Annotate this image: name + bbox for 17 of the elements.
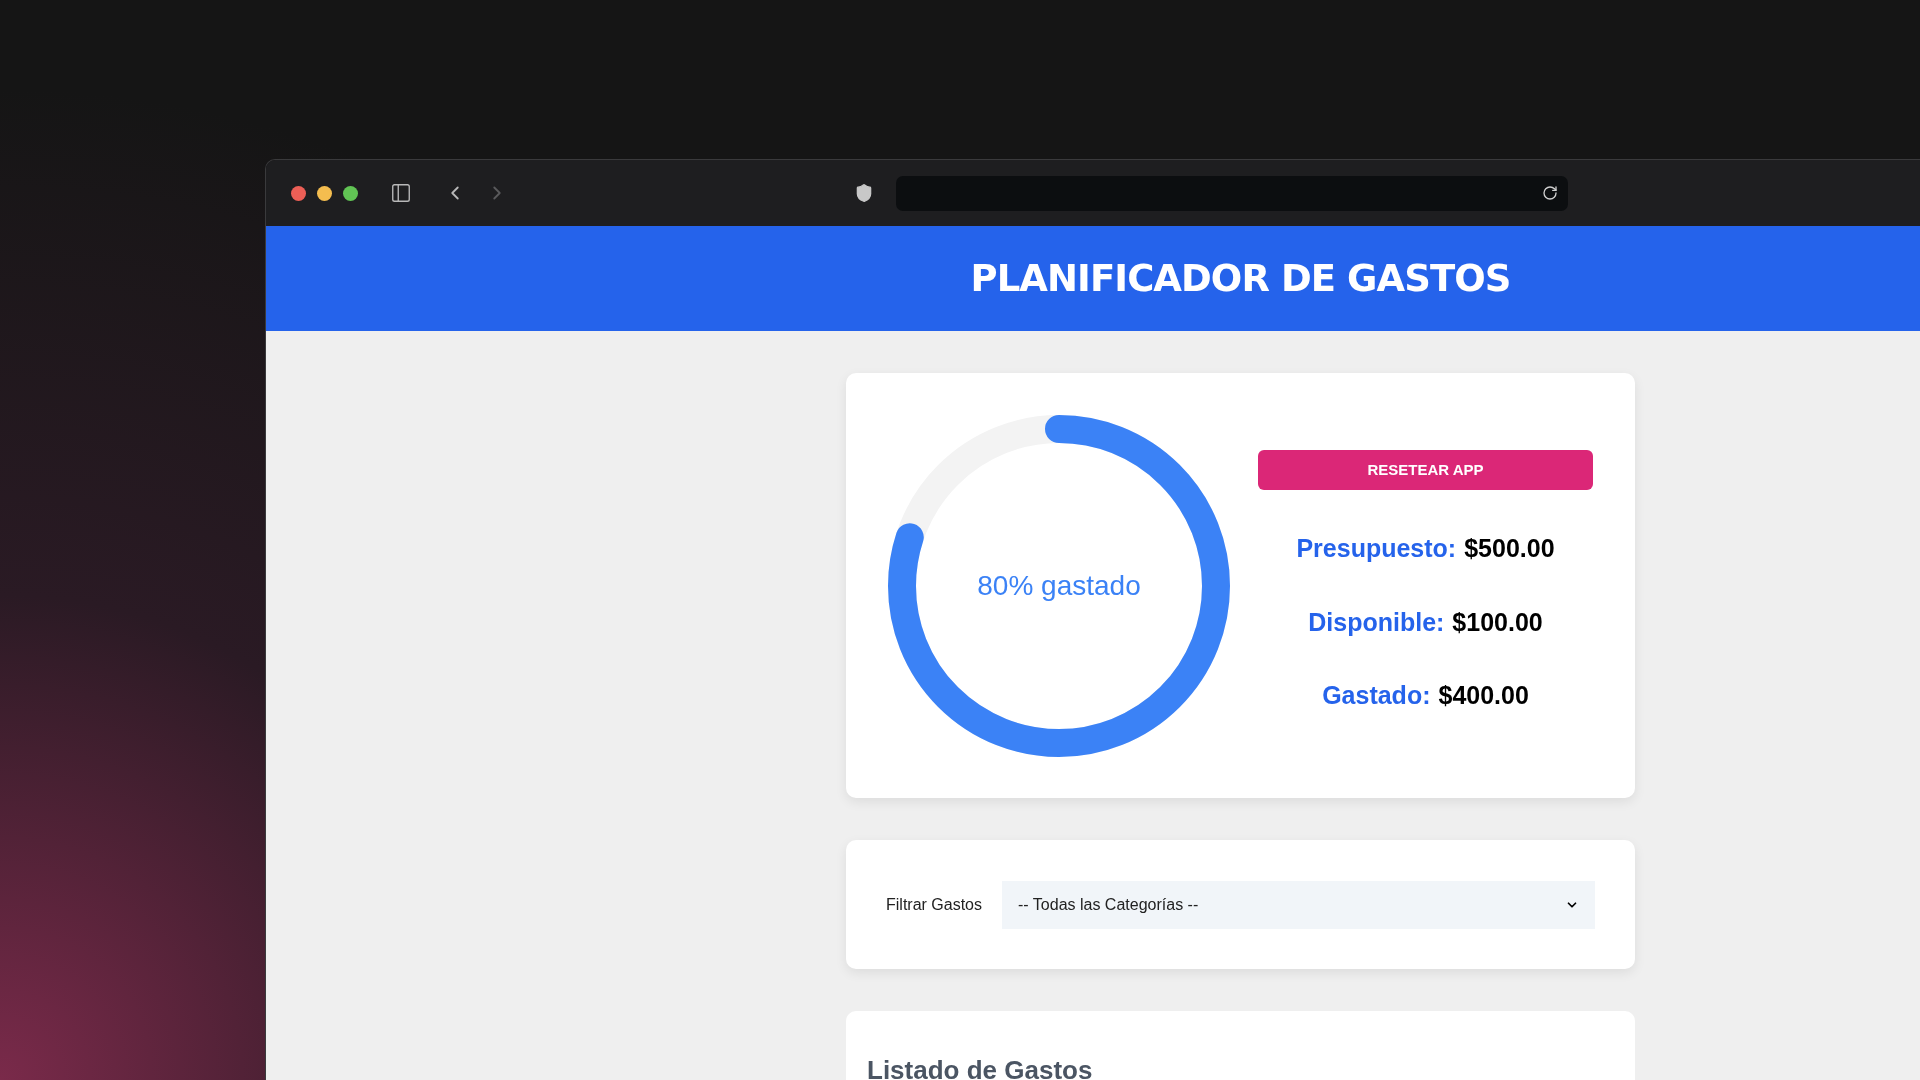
- filter-label: Filtrar Gastos: [886, 894, 982, 915]
- maximize-window-icon[interactable]: [343, 185, 358, 201]
- app-title: PLANIFICADOR DE GASTOS: [969, 255, 1512, 302]
- category-select[interactable]: -- Todas las Categorías --: [1002, 880, 1595, 929]
- reload-icon[interactable]: [1542, 185, 1558, 201]
- close-window-icon[interactable]: [291, 185, 306, 201]
- stat-label: Presupuesto:: [1296, 533, 1457, 565]
- stat-label: Disponible:: [1308, 606, 1445, 638]
- stat-value: $100.00: [1452, 606, 1543, 638]
- minimize-window-icon[interactable]: [317, 185, 332, 201]
- percent-spent-label: 80% gastado: [977, 568, 1141, 603]
- stat-value: $400.00: [1438, 680, 1529, 712]
- expenses-title: Listado de Gastos: [867, 1054, 1094, 1080]
- stat-value: $500.00: [1464, 533, 1555, 565]
- reset-app-button[interactable]: RESETEAR APP: [1258, 450, 1593, 491]
- shield-icon[interactable]: [854, 183, 874, 203]
- stat-label: Gastado:: [1322, 680, 1431, 712]
